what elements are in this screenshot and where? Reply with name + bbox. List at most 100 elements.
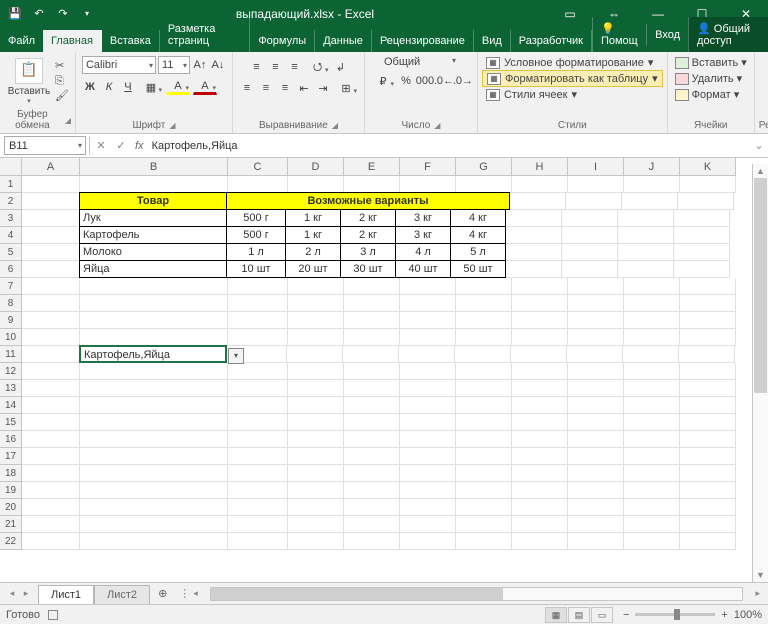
cell-I3[interactable]	[562, 210, 618, 227]
cell-K21[interactable]	[680, 516, 736, 533]
cell-B16[interactable]	[80, 431, 228, 448]
col-header-I[interactable]: I	[568, 158, 624, 176]
cell-B9[interactable]	[80, 312, 228, 329]
macro-record-icon[interactable]	[48, 610, 58, 620]
cell-F6[interactable]: 40 шт	[395, 260, 451, 278]
sheet-tab-2[interactable]: Лист2	[94, 585, 150, 604]
name-box[interactable]: B11	[4, 136, 86, 155]
cell-B5[interactable]: Молоко	[79, 243, 227, 261]
cell-G18[interactable]	[456, 465, 512, 482]
cell-K19[interactable]	[680, 482, 736, 499]
dialog-icon[interactable]: ◢	[434, 121, 440, 130]
cond-format-button[interactable]: ▦Условное форматирование ▾	[482, 55, 663, 70]
zoom-level[interactable]: 100%	[734, 609, 762, 621]
cell-C17[interactable]	[228, 448, 288, 465]
formula-input[interactable]: Картофель,Яйца	[148, 140, 750, 152]
cell-I20[interactable]	[568, 499, 624, 516]
align-bot-icon[interactable]: ≡	[286, 59, 302, 75]
select-all-corner[interactable]	[0, 158, 22, 176]
shrink-font-icon[interactable]: A↓	[210, 57, 226, 73]
row-header-20[interactable]: 20	[0, 499, 22, 516]
cell-D15[interactable]	[288, 414, 344, 431]
cell-G19[interactable]	[456, 482, 512, 499]
cell-J20[interactable]	[624, 499, 680, 516]
cell-A16[interactable]	[22, 431, 80, 448]
cell-styles-button[interactable]: ▦Стили ячеек ▾	[482, 87, 663, 102]
row-header-19[interactable]: 19	[0, 482, 22, 499]
cell-D7[interactable]	[288, 278, 344, 295]
row-header-15[interactable]: 15	[0, 414, 22, 431]
cell-J21[interactable]	[624, 516, 680, 533]
cell-B13[interactable]	[80, 380, 228, 397]
cell-J14[interactable]	[624, 397, 680, 414]
cell-G12[interactable]	[456, 363, 512, 380]
cell-B4[interactable]: Картофель	[79, 226, 227, 244]
cell-J10[interactable]	[624, 329, 680, 346]
cell-C8[interactable]	[228, 295, 288, 312]
cell-F22[interactable]	[400, 533, 456, 550]
cell-A4[interactable]	[22, 227, 80, 244]
cell-H19[interactable]	[512, 482, 568, 499]
cell-I15[interactable]	[568, 414, 624, 431]
qat-customize-icon[interactable]: ▾	[80, 7, 94, 21]
cell-D4[interactable]: 1 кг	[285, 226, 341, 244]
cell-I6[interactable]	[562, 261, 618, 278]
inc-decimal-icon[interactable]: .0←	[436, 73, 452, 89]
worksheet-grid[interactable]: ABCDEFGHIJK 1234567891011121314151617181…	[0, 158, 768, 568]
cell-K16[interactable]	[680, 431, 736, 448]
cell-I7[interactable]	[568, 278, 624, 295]
expand-formula-icon[interactable]: ⌄	[750, 139, 768, 152]
cell-B7[interactable]	[80, 278, 228, 295]
row-header-21[interactable]: 21	[0, 516, 22, 533]
cell-J22[interactable]	[624, 533, 680, 550]
col-header-K[interactable]: K	[680, 158, 736, 176]
cell-J16[interactable]	[624, 431, 680, 448]
cell-E11[interactable]	[343, 346, 399, 363]
currency-icon[interactable]: ₽	[371, 73, 395, 89]
cell-G15[interactable]	[456, 414, 512, 431]
col-header-J[interactable]: J	[624, 158, 680, 176]
indent-inc-icon[interactable]: ⇥	[315, 80, 331, 96]
cell-C7[interactable]	[228, 278, 288, 295]
cell-H11[interactable]	[511, 346, 567, 363]
orientation-icon[interactable]: ⭯	[305, 59, 329, 75]
cell-B11[interactable]: Картофель,Яйца	[79, 345, 227, 363]
cell-H1[interactable]	[512, 176, 568, 193]
font-color-icon[interactable]: A	[193, 79, 217, 95]
align-mid-icon[interactable]: ≡	[267, 59, 283, 75]
cell-G14[interactable]	[456, 397, 512, 414]
dropdown-trigger[interactable]: ▾	[228, 348, 244, 364]
merge-icon[interactable]: ⊞	[334, 80, 358, 96]
cell-K3[interactable]	[674, 210, 730, 227]
cell-A20[interactable]	[22, 499, 80, 516]
cell-D17[interactable]	[288, 448, 344, 465]
cell-K7[interactable]	[680, 278, 736, 295]
cell-B10[interactable]	[80, 329, 228, 346]
cell-A22[interactable]	[22, 533, 80, 550]
cell-B1[interactable]	[80, 176, 228, 193]
col-header-D[interactable]: D	[288, 158, 344, 176]
cell-B22[interactable]	[80, 533, 228, 550]
cell-D3[interactable]: 1 кг	[285, 209, 341, 227]
cell-J9[interactable]	[624, 312, 680, 329]
cell-A9[interactable]	[22, 312, 80, 329]
col-header-G[interactable]: G	[456, 158, 512, 176]
col-header-E[interactable]: E	[344, 158, 400, 176]
fill-color-icon[interactable]: A	[166, 79, 190, 95]
cell-A21[interactable]	[22, 516, 80, 533]
cell-J15[interactable]	[624, 414, 680, 431]
tab-review[interactable]: Рецензирование	[372, 30, 474, 52]
cell-C22[interactable]	[228, 533, 288, 550]
cell-J18[interactable]	[624, 465, 680, 482]
format-cells-button[interactable]: Формат ▾	[672, 87, 750, 102]
cell-J3[interactable]	[618, 210, 674, 227]
dialog-icon[interactable]: ◢	[169, 121, 175, 130]
font-name-select[interactable]: Calibri	[82, 56, 156, 74]
cell-E21[interactable]	[344, 516, 400, 533]
cell-H2[interactable]	[510, 193, 566, 210]
cell-I16[interactable]	[568, 431, 624, 448]
cell-E15[interactable]	[344, 414, 400, 431]
cell-A14[interactable]	[22, 397, 80, 414]
tab-view[interactable]: Вид	[474, 30, 511, 52]
cell-J8[interactable]	[624, 295, 680, 312]
